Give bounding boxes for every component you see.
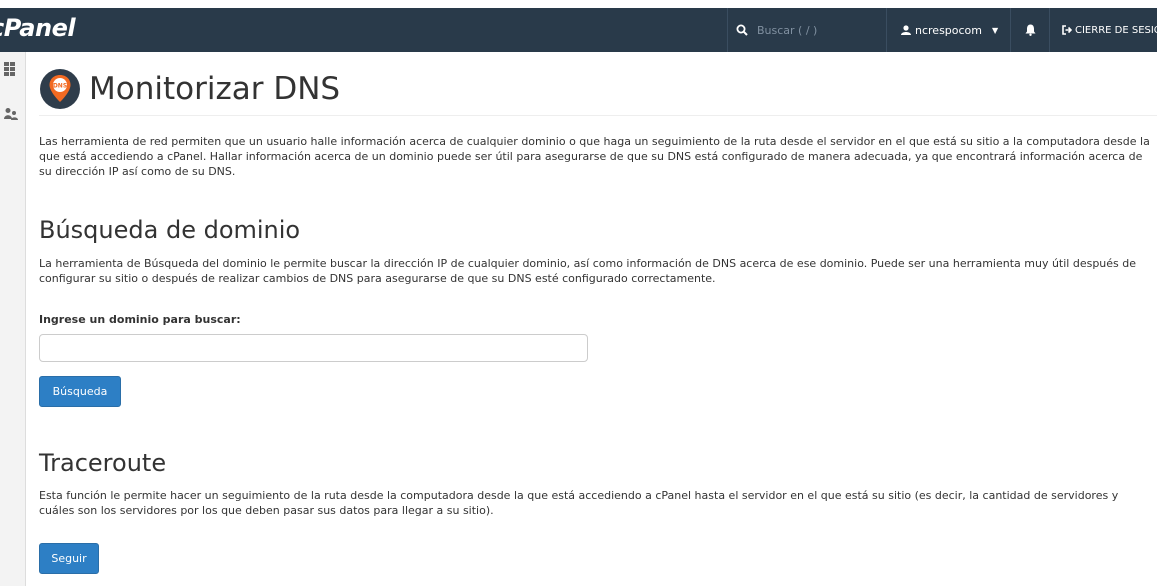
chevron-down-icon: ▼ (992, 25, 999, 35)
search-icon (736, 24, 748, 36)
logout-icon (1062, 25, 1072, 35)
cpanel-logo[interactable]: cPanel (0, 14, 76, 42)
user-icon (901, 25, 911, 35)
title-divider (39, 115, 1157, 116)
left-sidebar (0, 52, 26, 586)
notifications-button[interactable] (1011, 8, 1050, 52)
username-label: ncrespocom (915, 23, 983, 37)
page-header: DNS Monitorizar DNS (39, 64, 340, 114)
logout-button[interactable]: CIERRE DE SESIÓN (1050, 8, 1157, 52)
traceroute-description-line1: Esta función le permite hacer un seguimi… (39, 489, 1119, 502)
logout-label: CIERRE DE SESIÓN (1075, 24, 1157, 36)
logo-text: cPanel (0, 14, 76, 42)
dns-icon-text: DNS (53, 83, 67, 90)
users-icon[interactable] (4, 107, 18, 121)
domain-lookup-description: La herramienta de Búsqueda del dominio l… (39, 257, 1137, 285)
domain-input[interactable] (39, 334, 588, 362)
traceroute-title: Traceroute (39, 449, 167, 477)
domain-lookup-title: Búsqueda de dominio (39, 216, 301, 244)
search-box[interactable] (727, 8, 887, 52)
dns-icon: DNS (40, 69, 80, 109)
trace-button[interactable]: Seguir (39, 543, 99, 574)
traceroute-description: Esta función le permite hacer un seguimi… (39, 488, 1151, 518)
user-menu[interactable]: ncrespocom ▼ (886, 8, 1011, 52)
traceroute-description-line2: cuáles son los servidores por los que de… (39, 504, 494, 517)
domain-input-label: Ingrese un dominio para buscar: (39, 313, 241, 326)
page-title: Monitorizar DNS (89, 71, 341, 107)
grid-icon[interactable] (4, 62, 16, 80)
top-navbar: cPanel ncrespocom ▼ CIERRE DE SESIÓN (0, 8, 1157, 52)
intro-text: Las herramienta de red permiten que un u… (39, 135, 1150, 178)
bell-icon (1025, 24, 1035, 36)
search-input[interactable] (755, 22, 879, 38)
lookup-button[interactable]: Búsqueda (39, 376, 121, 407)
